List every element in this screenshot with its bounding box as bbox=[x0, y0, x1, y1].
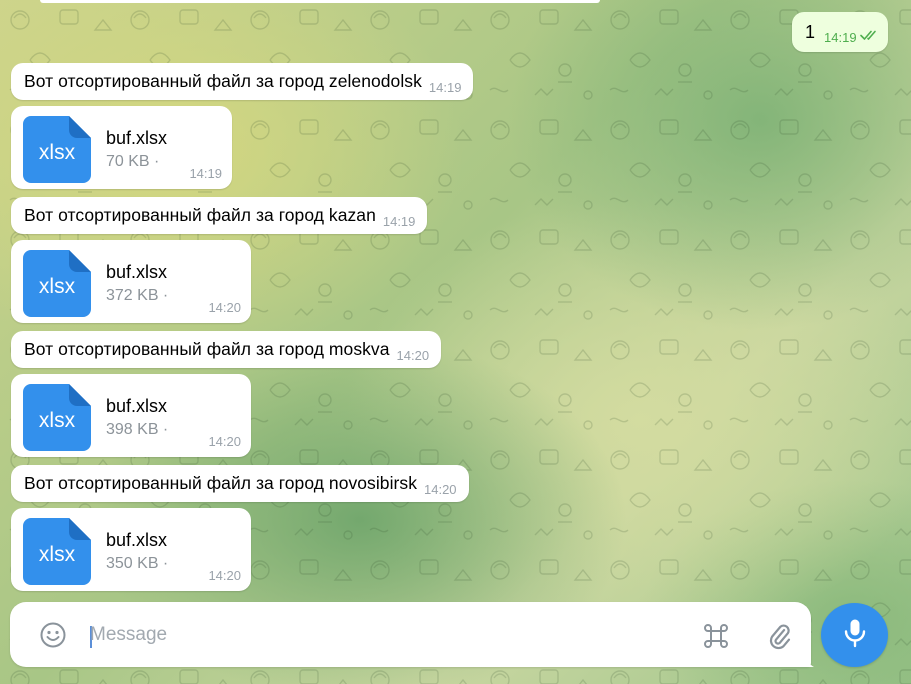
document-icon[interactable]: xlsx bbox=[23, 250, 91, 317]
message-time: 14:20 bbox=[208, 300, 241, 315]
incoming-message-bubble[interactable]: Вот отсортированный файл за город kazan … bbox=[11, 197, 428, 234]
message-input[interactable] bbox=[90, 620, 650, 650]
incoming-message-bubble[interactable]: Вот отсортированный файл за город novosi… bbox=[11, 465, 469, 502]
microphone-button[interactable] bbox=[821, 603, 888, 667]
file-extension: xlsx bbox=[38, 140, 76, 164]
file-name[interactable]: buf.xlsx bbox=[106, 396, 167, 417]
file-size: 350 KB · bbox=[106, 555, 169, 572]
message-time: 14:19 bbox=[824, 29, 857, 45]
file-extension: xlsx bbox=[38, 274, 76, 298]
incoming-message-bubble[interactable]: Вот отсортированный файл за город moskva… bbox=[11, 331, 442, 368]
file-message-bubble[interactable]: xlsx buf.xlsx 350 KB · 14:20 bbox=[11, 508, 251, 591]
file-message-bubble[interactable]: xlsx buf.xlsx 70 KB · 14:19 bbox=[11, 106, 232, 189]
document-icon[interactable]: xlsx bbox=[23, 518, 91, 585]
message-text: 1 bbox=[805, 21, 816, 42]
message-time: 14:20 bbox=[208, 434, 241, 449]
message-text: Вот отсортированный файл за город kazan bbox=[24, 205, 376, 225]
composer-tail bbox=[800, 648, 814, 667]
message-time: 14:20 bbox=[396, 347, 430, 363]
document-icon[interactable]: xlsx bbox=[23, 116, 91, 183]
paperclip-icon[interactable] bbox=[764, 620, 794, 650]
document-icon[interactable]: xlsx bbox=[23, 384, 91, 451]
message-time: 14:19 bbox=[428, 79, 462, 95]
message-time: 14:19 bbox=[382, 213, 416, 229]
message-text: Вот отсортированный файл за город zeleno… bbox=[24, 71, 422, 91]
file-extension: xlsx bbox=[38, 542, 76, 566]
file-extension: xlsx bbox=[38, 408, 76, 432]
message-composer bbox=[10, 602, 811, 667]
microphone-icon bbox=[842, 618, 868, 653]
file-size: 70 KB · bbox=[106, 153, 160, 170]
message-text: Вот отсортированный файл за город novosi… bbox=[24, 473, 417, 493]
file-name[interactable]: buf.xlsx bbox=[106, 262, 167, 283]
double-check-icon bbox=[859, 28, 880, 46]
outgoing-message-bubble[interactable]: 1 14:19 bbox=[792, 12, 888, 52]
file-size: 372 KB · bbox=[106, 287, 169, 304]
message-text: Вот отсортированный файл за город moskva bbox=[24, 339, 390, 359]
previous-message-edge bbox=[40, 0, 600, 3]
message-time: 14:20 bbox=[424, 481, 457, 497]
file-size: 398 KB · bbox=[106, 421, 169, 438]
file-message-bubble[interactable]: xlsx buf.xlsx 372 KB · 14:20 bbox=[11, 240, 251, 323]
incoming-message-bubble[interactable]: Вот отсортированный файл за город zeleno… bbox=[11, 63, 474, 100]
smile-icon[interactable] bbox=[39, 621, 67, 649]
command-icon[interactable] bbox=[700, 620, 732, 652]
file-message-bubble[interactable]: xlsx buf.xlsx 398 KB · 14:20 bbox=[11, 374, 251, 457]
file-name[interactable]: buf.xlsx bbox=[106, 128, 167, 149]
message-time: 14:19 bbox=[189, 166, 222, 181]
file-name[interactable]: buf.xlsx bbox=[106, 530, 167, 551]
message-time: 14:20 bbox=[208, 568, 241, 583]
